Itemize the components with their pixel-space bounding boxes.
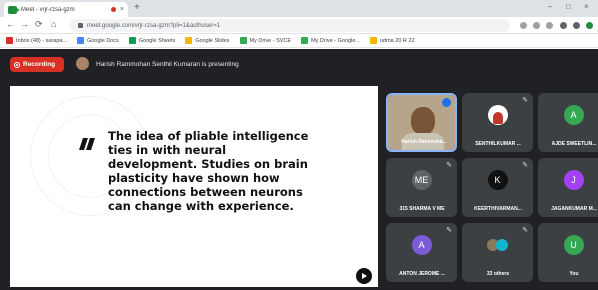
bookmark-label: udma 20 R 22 <box>379 37 415 44</box>
forward-button[interactable]: → <box>20 20 29 29</box>
avatar: U <box>563 235 584 255</box>
bookmark-label: Google Docs <box>87 37 119 44</box>
folder-icon <box>369 37 377 44</box>
participant-name: KEERTHIVARMAN... <box>474 206 522 212</box>
bookmark-label: My Drive - SVCE <box>249 37 292 44</box>
participant-name: You <box>569 271 579 277</box>
avatar: ME <box>411 170 432 190</box>
browser-toolbar: ← → ⟳ ⌂ meet.google.com/vrjr-rzsa-gzm?pl… <box>0 17 598 34</box>
close-tab-icon[interactable]: × <box>120 6 124 13</box>
presentation-slide: The idea of pliable intelligence ties in… <box>10 86 378 287</box>
avatar: K <box>487 170 508 190</box>
browser-tab-strip: Meet - vrjr-rzsa-gzm × + – □ × <box>0 0 598 17</box>
others-avatars <box>486 235 510 255</box>
meet-window: Recording Harish Rammohan Senthil Kumara… <box>0 49 598 290</box>
mic-off-icon: ✎ <box>522 97 528 104</box>
presenter-status: Harish Rammohan Senthil Kumaran is prese… <box>96 61 239 68</box>
star-icon[interactable] <box>546 22 553 29</box>
participant-tile[interactable]: ME ✎ 315 SHARMA V ME <box>386 158 457 217</box>
sheets-icon <box>128 37 136 44</box>
recording-label: Recording <box>23 61 56 68</box>
participant-name: ANTON JEROME ... <box>399 271 445 277</box>
new-tab-button[interactable]: + <box>134 3 140 13</box>
bookmark-label: Google Sheets <box>138 37 176 44</box>
participant-tile[interactable]: ✎ 33 others <box>462 223 533 282</box>
bookmarks-bar: Inbox (48) - sarapa... Google Docs Google … <box>0 34 598 48</box>
speaking-indicator-icon <box>442 98 451 107</box>
participant-name: SENTHILKUMAR ... <box>475 141 521 147</box>
address-bar[interactable]: meet.google.com/vrjr-rzsa-gzm?pli=1&auth… <box>70 19 510 32</box>
reload-button[interactable]: ⟳ <box>35 20 43 29</box>
drive-icon <box>239 37 247 44</box>
mic-off-icon: ✎ <box>446 162 452 169</box>
participant-tile[interactable]: A✎AJDE SWEETLIN... <box>538 93 598 152</box>
minimize-button[interactable]: – <box>548 3 552 11</box>
home-button[interactable]: ⌂ <box>51 20 56 29</box>
close-window-button[interactable]: × <box>584 3 589 11</box>
participant-tile[interactable]: K ✎ KEERTHIVARMAN... <box>462 158 533 217</box>
lock-icon <box>78 23 83 28</box>
sidebar-icon[interactable] <box>573 22 580 29</box>
url-text: meet.google.com/vrjr-rzsa-gzm?pli=1&auth… <box>87 22 221 29</box>
mic-off-icon: ✎ <box>522 227 528 234</box>
meet-top-bar: Recording Harish Rammohan Senthil Kumara… <box>0 49 598 80</box>
bookmark-label: Google Slides <box>195 37 230 44</box>
recording-indicator-icon <box>110 7 116 12</box>
participant-tile[interactable]: U✎You <box>538 223 598 282</box>
meet-favicon-icon <box>8 5 20 14</box>
camera-icon[interactable] <box>520 22 527 29</box>
share-icon[interactable] <box>533 22 540 29</box>
extensions-icon[interactable] <box>560 22 567 29</box>
bookmark-item[interactable]: Inbox (48) - sarapa... <box>6 37 67 44</box>
tab-title: Meet - vrjr-rzsa-gzm <box>21 6 75 13</box>
participant-name: Harish Rammoha... <box>401 139 447 145</box>
docs-icon <box>77 37 85 44</box>
participant-name: JAGANKUMAR M... <box>551 206 597 212</box>
bookmark-label: Inbox (48) - sarapa... <box>16 37 68 44</box>
gmail-icon <box>6 37 13 44</box>
bookmark-item[interactable]: Google Slides <box>185 37 230 44</box>
drive-icon <box>301 37 309 44</box>
slides-icon <box>185 37 193 44</box>
participant-name: 315 SHARMA V ME <box>399 206 445 212</box>
avatar: A <box>563 105 584 125</box>
bookmark-item[interactable]: My Drive - Google... <box>301 37 360 44</box>
bookmark-item[interactable]: Google Docs <box>77 37 119 44</box>
participant-tile[interactable]: ✎ SENTHILKUMAR ... <box>462 93 533 152</box>
bookmark-item[interactable]: My Drive - SVCE <box>239 37 292 44</box>
participant-name: 33 others <box>486 271 510 277</box>
quote-mark-icon <box>79 138 95 150</box>
bookmark-item[interactable]: udma 20 R 22 <box>369 37 415 44</box>
participant-tile[interactable]: Harish Rammoha... <box>386 93 457 152</box>
bookmark-label: My Drive - Google... <box>311 37 360 44</box>
participant-name: AJDE SWEETLIN... <box>551 141 597 147</box>
record-icon <box>14 61 20 68</box>
participant-tile[interactable]: A ✎ ANTON JEROME ... <box>386 223 457 282</box>
maximize-button[interactable]: □ <box>566 3 571 11</box>
avatar <box>487 105 508 125</box>
avatar: A <box>411 235 432 255</box>
bookmark-item[interactable]: Google Sheets <box>128 37 176 44</box>
mic-off-icon: ✎ <box>522 162 528 169</box>
participant-face <box>411 107 435 135</box>
presenter-avatar <box>76 57 89 70</box>
slide-quote-text: The idea of pliable intelligence ties in… <box>108 129 309 213</box>
profile-avatar[interactable] <box>586 22 593 29</box>
back-button[interactable]: ← <box>6 20 15 29</box>
recording-badge[interactable]: Recording <box>10 57 64 72</box>
avatar: J <box>563 170 584 190</box>
mic-off-icon: ✎ <box>446 227 452 234</box>
slide-next-button[interactable] <box>356 268 372 284</box>
participant-tile[interactable]: J✎JAGANKUMAR M... <box>538 158 598 217</box>
browser-tab-meet[interactable]: Meet - vrjr-rzsa-gzm × <box>4 2 128 17</box>
